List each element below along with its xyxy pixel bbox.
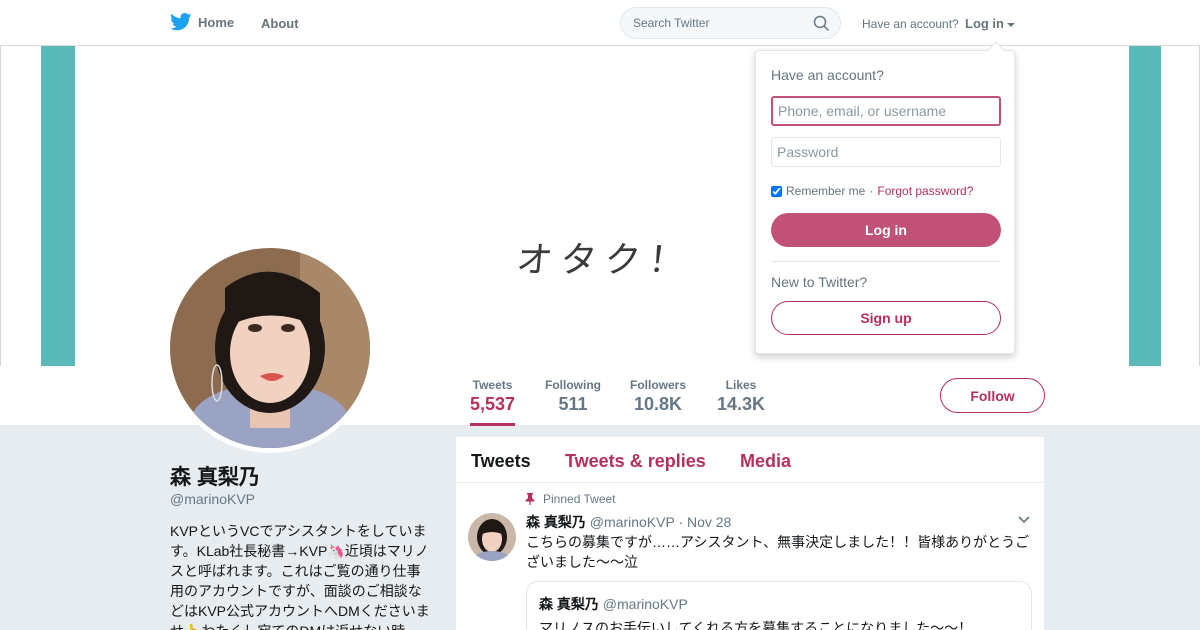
banner-stripe-left (41, 46, 75, 366)
have-account-text: Have an account? (862, 17, 959, 31)
signup-button[interactable]: Sign up (771, 301, 1001, 335)
tweet-author-handle[interactable]: @marinoKVP (590, 514, 675, 530)
twitter-bird-icon (170, 13, 192, 31)
search-input[interactable] (621, 8, 801, 38)
banner-stripe-right (1129, 46, 1161, 366)
login-button[interactable]: Log in (771, 213, 1001, 247)
tweet-header: 森 真梨乃 @marinoKVP · Nov 28 (526, 512, 731, 532)
pin-icon (525, 493, 535, 505)
follow-button[interactable]: Follow (940, 378, 1045, 413)
timeline: Tweets Tweets & replies Media Pinned Twe… (456, 437, 1044, 630)
divider (771, 261, 1001, 262)
login-dropdown-toggle[interactable]: Log in (965, 16, 1015, 31)
quoted-tweet[interactable]: 森 真梨乃 @marinoKVP マリノスのお手伝いしてくれる方を募集することに… (526, 581, 1032, 630)
pinned-tweet[interactable]: Pinned Tweet 森 真梨乃 @marinoKVP · Nov 28 こ… (456, 483, 1044, 630)
stat-tweets[interactable]: Tweets 5,537 (470, 378, 516, 426)
tab-tweets[interactable]: Tweets (471, 451, 531, 472)
stat-label: Following (545, 378, 601, 392)
search-icon[interactable] (813, 15, 830, 32)
nav-home-label: Home (198, 14, 235, 30)
stat-value: 5,537 (470, 394, 516, 414)
stat-label: Likes (725, 378, 757, 392)
caret-down-icon (1007, 22, 1015, 27)
search-box (620, 7, 841, 39)
quote-author-handle: @marinoKVP (602, 596, 688, 612)
password-field[interactable] (771, 137, 1001, 167)
remember-me-row: Remember me · Forgot password? (771, 184, 973, 198)
profile-handle[interactable]: @marinoKVP (170, 491, 255, 507)
stat-value: 10.8K (633, 394, 683, 414)
login-dropdown: Have an account? Remember me · Forgot pa… (755, 41, 1015, 354)
pinned-label: Pinned Tweet (543, 492, 616, 506)
chevron-down-icon[interactable] (1018, 516, 1030, 524)
stat-followers[interactable]: Followers 10.8K (630, 378, 686, 415)
top-nav: Home About Have an account? Log in (0, 0, 1200, 46)
tweet-text: こちらの募集ですが……アシスタント、無事決定しました！！皆様ありがとうございまし… (526, 534, 1030, 570)
stat-label: Followers (630, 378, 687, 392)
profile-avatar[interactable] (165, 243, 375, 453)
profile-bio: KVPというVCでアシスタントをしています。KLab社長秘書→KVP🦄近頃はマリ… (170, 523, 430, 630)
nav-home[interactable]: Home (170, 13, 234, 31)
tweet-author-name[interactable]: 森 真梨乃 (526, 514, 586, 530)
timeline-tabs: Tweets Tweets & replies Media (456, 437, 1044, 483)
tab-media[interactable]: Media (740, 451, 791, 472)
pinned-indicator: Pinned Tweet (525, 492, 616, 506)
forgot-password-link[interactable]: Forgot password? (877, 184, 973, 198)
stat-likes[interactable]: Likes 14.3K (717, 378, 765, 415)
login-toggle-label: Log in (965, 16, 1004, 31)
quote-text: マリノスのお手伝いしてくれる方を募集することになりました～～！ (539, 620, 973, 630)
tweet-avatar[interactable] (468, 513, 516, 561)
new-to-twitter-text: New to Twitter? (771, 274, 868, 290)
tweet-date[interactable]: · Nov 28 (678, 514, 731, 530)
stat-label: Tweets (472, 378, 513, 392)
profile-name: 森 真梨乃 (170, 466, 260, 489)
username-field[interactable] (771, 96, 1001, 126)
stat-value: 511 (558, 394, 588, 414)
remember-me-checkbox[interactable] (771, 185, 782, 197)
quote-author-name: 森 真梨乃 (539, 596, 599, 612)
separator-dot: · (869, 184, 874, 198)
stat-following[interactable]: Following 511 (545, 378, 601, 415)
tab-tweets-replies[interactable]: Tweets & replies (565, 451, 706, 472)
login-dropdown-title: Have an account? (771, 67, 884, 83)
quote-header: 森 真梨乃 @marinoKVP (539, 594, 1019, 614)
banner-text: オタク！ (514, 240, 695, 281)
stat-value: 14.3K (717, 394, 766, 414)
nav-about[interactable]: About (261, 16, 299, 31)
avatar-photo (170, 248, 370, 448)
remember-me-label[interactable]: Remember me (786, 184, 865, 198)
